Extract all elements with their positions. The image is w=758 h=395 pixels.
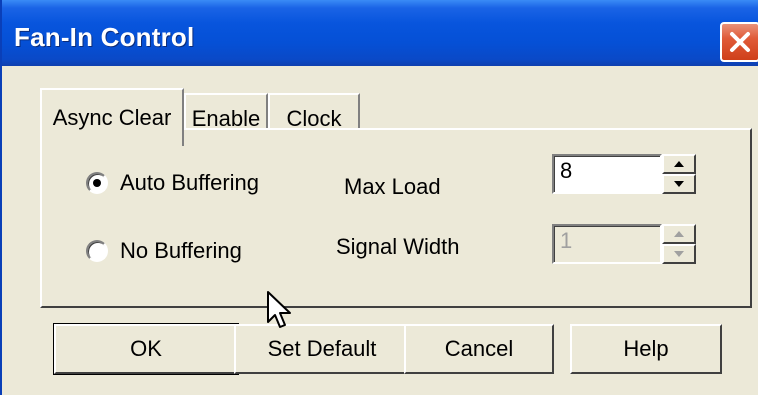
tab-async-clear[interactable]: Async Clear [40, 88, 184, 146]
spin-down-arrow-icon [674, 251, 684, 257]
spin-down-arrow-icon [674, 181, 684, 187]
cancel-button[interactable]: Cancel [404, 324, 554, 374]
close-button[interactable] [720, 22, 758, 62]
auto-buffering-label[interactable]: Auto Buffering [120, 170, 259, 196]
max-load-spin-up[interactable] [662, 154, 696, 174]
tab-async-clear-label: Async Clear [52, 105, 172, 130]
max-load-spin-down[interactable] [662, 174, 696, 194]
spin-up-arrow-icon [674, 231, 684, 237]
window-title: Fan-In Control [14, 22, 195, 52]
auto-buffering-radio[interactable] [86, 172, 108, 194]
no-buffering-radio[interactable] [86, 240, 108, 262]
signal-width-input: 1 [552, 224, 662, 264]
no-buffering-label[interactable]: No Buffering [120, 238, 242, 264]
max-load-label: Max Load [344, 174, 441, 199]
signal-width-label: Signal Width [336, 234, 460, 259]
radio-selected-dot [93, 179, 101, 187]
async-clear-panel: Auto Buffering No Buffering Max Load Sig… [40, 128, 752, 308]
close-icon [730, 32, 750, 52]
help-button[interactable]: Help [570, 324, 722, 374]
ok-button[interactable]: OK [53, 323, 239, 375]
spin-up-arrow-icon [674, 161, 684, 167]
max-load-input[interactable]: 8 [552, 154, 662, 194]
title-bar[interactable]: Fan-In Control [2, 0, 758, 66]
signal-width-spin-down [662, 244, 696, 264]
signal-width-spin-up [662, 224, 696, 244]
fan-in-control-dialog: Fan-In Control Async Clear Enable Clock … [0, 0, 758, 395]
mouse-pointer-icon [267, 291, 291, 328]
set-default-button[interactable]: Set Default [234, 324, 410, 374]
